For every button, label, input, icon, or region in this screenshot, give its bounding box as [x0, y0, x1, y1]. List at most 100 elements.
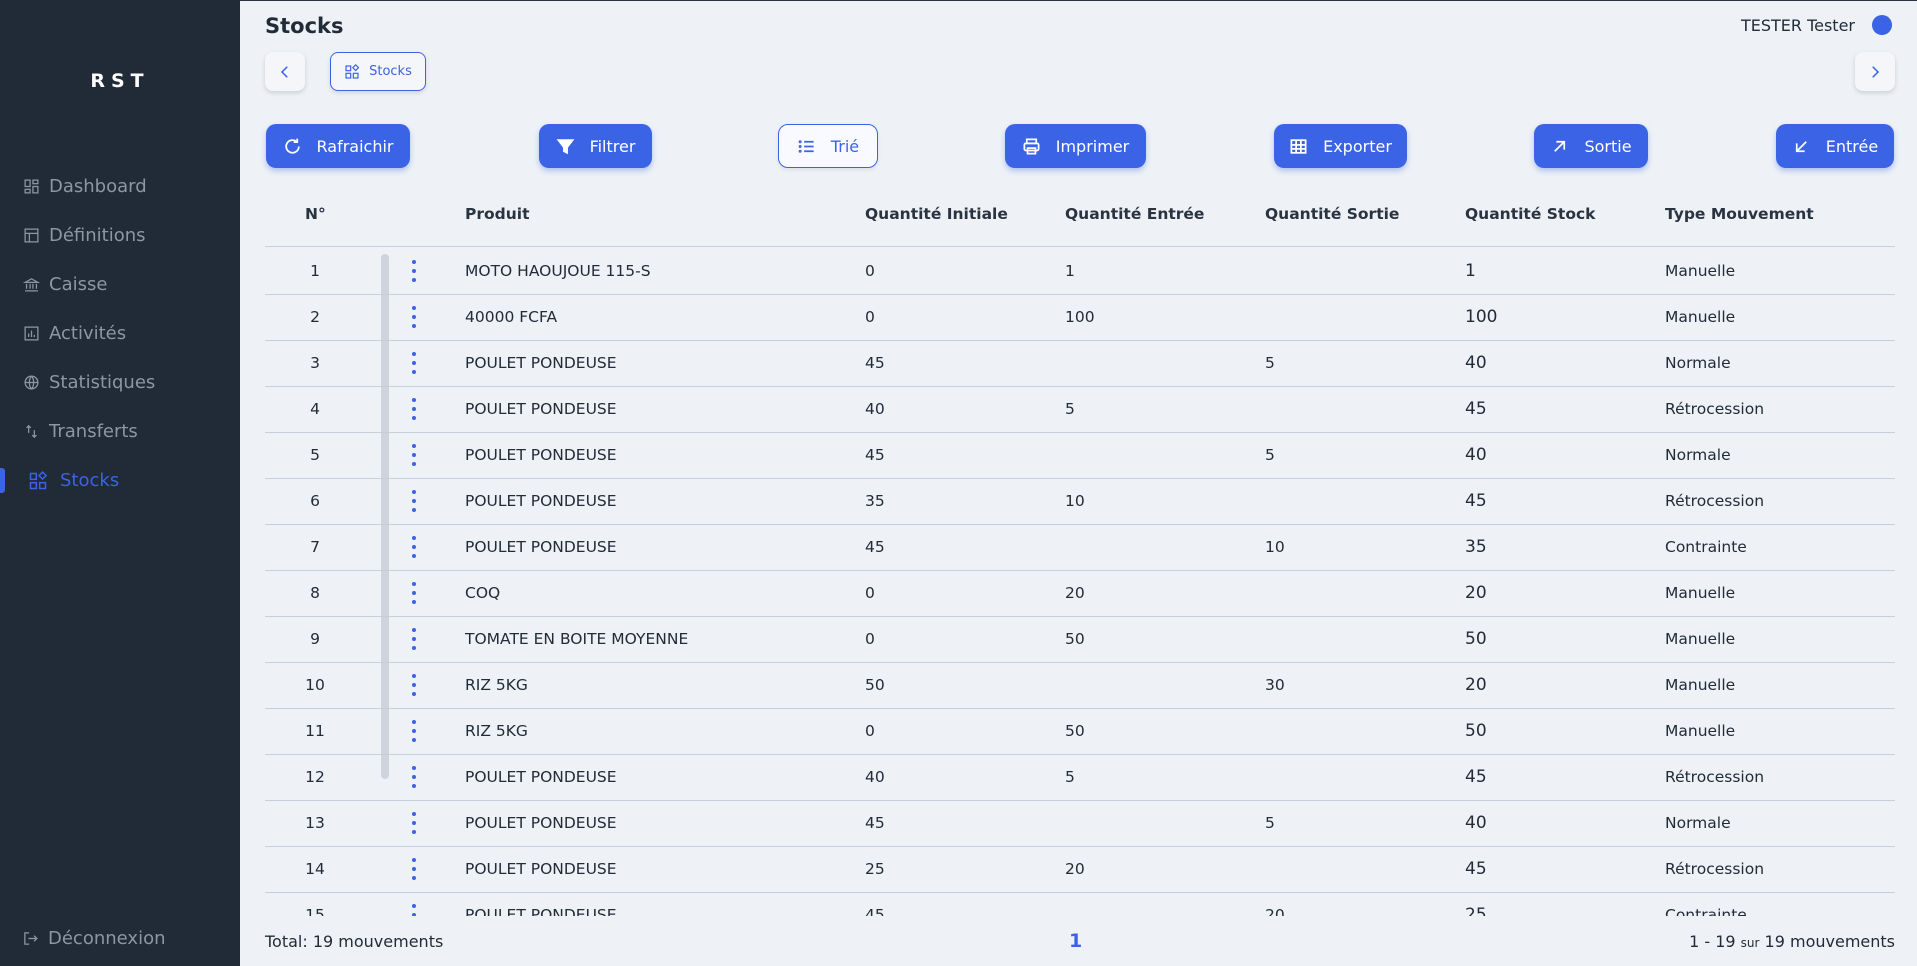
- table-row[interactable]: 9 TOMATE EN BOITE MOYENNE 0 50 50 Manuelle: [265, 617, 1895, 663]
- row-menu-icon[interactable]: [409, 398, 419, 420]
- cell-initial-qty: 45: [865, 538, 885, 556]
- sidebar-item-label: Activités: [49, 323, 127, 344]
- cell-movement-type: Manuelle: [1665, 262, 1736, 280]
- column-header-initial-qty[interactable]: Quantité Initiale: [865, 205, 1008, 223]
- cell-number: 12: [305, 768, 325, 786]
- print-button[interactable]: Imprimer: [1005, 124, 1146, 168]
- row-menu-icon[interactable]: [409, 582, 419, 604]
- range-start: 1 - 19: [1689, 932, 1736, 951]
- cell-product: 40000 FCFA: [465, 308, 558, 326]
- printer-icon: [1023, 138, 1040, 154]
- range-end: 19 mouvements: [1764, 932, 1895, 951]
- back-button[interactable]: [265, 52, 305, 91]
- refresh-button[interactable]: Rafraichir: [266, 124, 410, 168]
- cell-initial-qty: 40: [865, 400, 885, 418]
- table-row[interactable]: 13 POULET PONDEUSE 45 5 40 Normale: [265, 801, 1895, 847]
- column-header-exit-qty[interactable]: Quantité Sortie: [1265, 205, 1399, 223]
- table-row[interactable]: 8 COQ 0 20 20 Manuelle: [265, 571, 1895, 617]
- sidebar-item-caisse[interactable]: Caisse: [0, 260, 240, 309]
- row-menu-icon[interactable]: [409, 260, 419, 282]
- table-row[interactable]: 1 MOTO HAOUJOUE 115-S 0 1 1 Manuelle: [265, 249, 1895, 295]
- cell-product: COQ: [465, 584, 501, 602]
- sidebar-item-activites[interactable]: Activités: [0, 309, 240, 358]
- exit-label: Sortie: [1584, 136, 1632, 156]
- cell-movement-type: Manuelle: [1665, 676, 1736, 694]
- sidebar-item-label: Caisse: [49, 274, 108, 295]
- cell-movement-type: Manuelle: [1665, 584, 1736, 602]
- row-menu-icon[interactable]: [409, 766, 419, 788]
- logout-button[interactable]: Déconnexion: [22, 928, 166, 949]
- column-header-product[interactable]: Produit: [465, 205, 530, 223]
- avatar[interactable]: [1872, 15, 1892, 35]
- table-row[interactable]: 12 POULET PONDEUSE 40 5 45 Rétrocession: [265, 755, 1895, 801]
- cell-movement-type: Contrainte: [1665, 906, 1747, 916]
- cell-stock-qty: 45: [1465, 491, 1487, 511]
- column-header-movement-type[interactable]: Type Mouvement: [1665, 205, 1814, 223]
- row-menu-icon[interactable]: [409, 674, 419, 696]
- sidebar-item-statistiques[interactable]: Statistiques: [0, 358, 240, 407]
- table-row[interactable]: 6 POULET PONDEUSE 35 10 45 Rétrocession: [265, 479, 1895, 525]
- table-row[interactable]: 3 POULET PONDEUSE 45 5 40 Normale: [265, 341, 1895, 387]
- cell-initial-qty: 25: [865, 860, 885, 878]
- globe-icon: [22, 374, 40, 392]
- tab-stocks[interactable]: Stocks: [330, 52, 426, 91]
- column-header-number[interactable]: N°: [305, 205, 326, 223]
- filter-button[interactable]: Filtrer: [539, 124, 652, 168]
- dashboard-icon: [22, 178, 40, 196]
- pagination-range: 1 - 19 sur 19 mouvements: [1689, 932, 1895, 951]
- row-menu-icon[interactable]: [409, 490, 419, 512]
- cell-entry-qty: 100: [1065, 308, 1095, 326]
- pagination-page[interactable]: 1: [1069, 930, 1082, 952]
- forward-button[interactable]: [1855, 52, 1895, 91]
- row-menu-icon[interactable]: [409, 628, 419, 650]
- export-button[interactable]: Exporter: [1274, 124, 1407, 168]
- cell-movement-type: Contrainte: [1665, 538, 1747, 556]
- cell-movement-type: Manuelle: [1665, 722, 1736, 740]
- row-menu-icon[interactable]: [409, 720, 419, 742]
- table-row[interactable]: 15 POULET PONDEUSE 45 20 25 Contrainte: [265, 893, 1895, 916]
- table-row[interactable]: 10 RIZ 5KG 50 30 20 Manuelle: [265, 663, 1895, 709]
- cell-product: POULET PONDEUSE: [465, 354, 617, 372]
- row-menu-icon[interactable]: [409, 904, 419, 916]
- sidebar-item-transferts[interactable]: Transferts: [0, 407, 240, 456]
- cell-entry-qty: 20: [1065, 584, 1085, 602]
- column-header-stock-qty[interactable]: Quantité Stock: [1465, 205, 1595, 223]
- cell-product: MOTO HAOUJOUE 115-S: [465, 262, 651, 280]
- sidebar-item-stocks[interactable]: Stocks: [0, 456, 240, 505]
- table-row[interactable]: 2 40000 FCFA 0 100 100 Manuelle: [265, 295, 1895, 341]
- cell-product: POULET PONDEUSE: [465, 492, 617, 510]
- cell-stock-qty: 100: [1465, 307, 1498, 327]
- exit-button[interactable]: Sortie: [1534, 124, 1648, 168]
- table-row[interactable]: 11 RIZ 5KG 0 50 50 Manuelle: [265, 709, 1895, 755]
- user-name: TESTER Tester: [1740, 15, 1855, 35]
- sidebar-item-definitions[interactable]: Définitions: [0, 211, 240, 260]
- cell-exit-qty: 5: [1265, 446, 1275, 464]
- row-menu-icon[interactable]: [409, 536, 419, 558]
- page-title: Stocks: [265, 14, 344, 38]
- row-menu-icon[interactable]: [409, 444, 419, 466]
- cell-product: POULET PONDEUSE: [465, 400, 617, 418]
- sidebar-item-label: Transferts: [49, 421, 138, 442]
- sort-button[interactable]: Trié: [778, 124, 878, 168]
- total-count: Total: 19 mouvements: [265, 932, 444, 951]
- table-row[interactable]: 14 POULET PONDEUSE 25 20 45 Rétrocession: [265, 847, 1895, 893]
- row-menu-icon[interactable]: [409, 812, 419, 834]
- cell-number: 2: [310, 308, 320, 326]
- table-row[interactable]: 5 POULET PONDEUSE 45 5 40 Normale: [265, 433, 1895, 479]
- row-menu-icon[interactable]: [409, 858, 419, 880]
- bank-icon: [22, 276, 40, 294]
- entry-button[interactable]: Entrée: [1776, 124, 1894, 168]
- sidebar-item-dashboard[interactable]: Dashboard: [0, 162, 240, 211]
- table-row[interactable]: 4 POULET PONDEUSE 40 5 45 Rétrocession: [265, 387, 1895, 433]
- cell-stock-qty: 45: [1465, 399, 1487, 419]
- table-row[interactable]: 7 POULET PONDEUSE 45 10 35 Contrainte: [265, 525, 1895, 571]
- row-menu-icon[interactable]: [409, 352, 419, 374]
- grid-icon: [1290, 138, 1307, 154]
- column-header-entry-qty[interactable]: Quantité Entrée: [1065, 205, 1204, 223]
- table-header: N° Produit Quantité Initiale Quantité En…: [265, 189, 1895, 247]
- row-menu-icon[interactable]: [409, 306, 419, 328]
- user-menu[interactable]: TESTER Tester: [1741, 15, 1892, 35]
- cell-product: POULET PONDEUSE: [465, 768, 617, 786]
- cell-initial-qty: 0: [865, 262, 875, 280]
- cell-initial-qty: 45: [865, 906, 885, 916]
